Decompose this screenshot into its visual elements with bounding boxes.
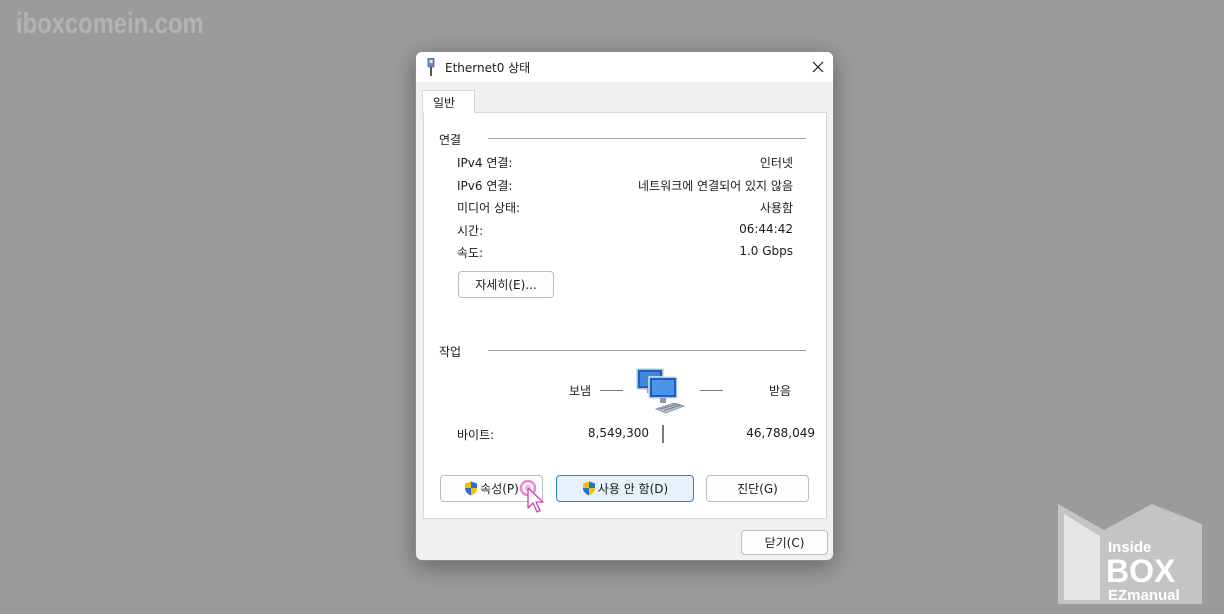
diagnose-button[interactable]: 진단(G) (706, 475, 809, 502)
logo-line3: EZmanual (1108, 587, 1180, 604)
bytes-sent-value: 8,549,300 (587, 426, 649, 440)
close-window-button[interactable] (803, 52, 833, 82)
received-label: 받음 (769, 384, 792, 398)
tab-general[interactable]: 일반 (422, 90, 475, 113)
duration-value: 06:44:42 (739, 222, 793, 236)
properties-button-label: 속성(P) (480, 482, 519, 496)
sent-dash (600, 390, 623, 391)
close-button[interactable]: 닫기(C) (741, 530, 828, 555)
ipv4-label: IPv4 연결: (457, 156, 513, 170)
media-state-label: 미디어 상태: (457, 201, 521, 215)
sent-label: 보냄 (569, 384, 592, 398)
uac-shield-icon (582, 481, 595, 496)
title-bar: Ethernet0 상태 (416, 52, 833, 82)
uac-shield-icon (465, 481, 478, 496)
speed-label: 속도: (457, 246, 484, 260)
status-dialog: Ethernet0 상태 일반 연결 IPv4 연결: 인터넷 IPv6 연결:… (415, 51, 834, 561)
network-cable-icon (427, 58, 435, 76)
dialog-title: Ethernet0 상태 (445, 61, 531, 75)
received-dash (700, 390, 723, 391)
bytes-label: 바이트: (457, 428, 495, 442)
general-panel: 연결 IPv4 연결: 인터넷 IPv6 연결: 네트워크에 연결되어 있지 않… (423, 112, 827, 519)
ipv6-value: 네트워크에 연결되어 있지 않음 (638, 179, 793, 193)
ipv6-label: IPv6 연결: (457, 179, 513, 193)
disable-button-label: 사용 안 함(D) (597, 482, 669, 496)
bytes-separator (662, 425, 664, 443)
duration-label: 시간: (457, 224, 484, 238)
media-state-value: 사용함 (759, 201, 793, 215)
activity-section-title: 작업 (439, 345, 462, 359)
speed-value: 1.0 Gbps (739, 244, 793, 258)
details-button[interactable]: 자세히(E)... (458, 271, 554, 298)
connection-section-title: 연결 (439, 133, 462, 147)
logo-line2: BOX (1106, 553, 1176, 589)
activity-divider (488, 350, 806, 351)
watermark-text: iboxcomein.com (16, 8, 204, 40)
close-icon (812, 61, 824, 73)
insidebox-logo: Inside BOX EZmanual (1058, 504, 1202, 604)
mouse-cursor-icon (519, 479, 544, 513)
connection-divider (488, 138, 806, 139)
disable-button[interactable]: 사용 안 함(D) (556, 475, 694, 502)
network-computers-icon (636, 368, 686, 414)
bytes-received-value: 46,788,049 (746, 426, 815, 440)
ipv4-value: 인터넷 (759, 156, 793, 170)
